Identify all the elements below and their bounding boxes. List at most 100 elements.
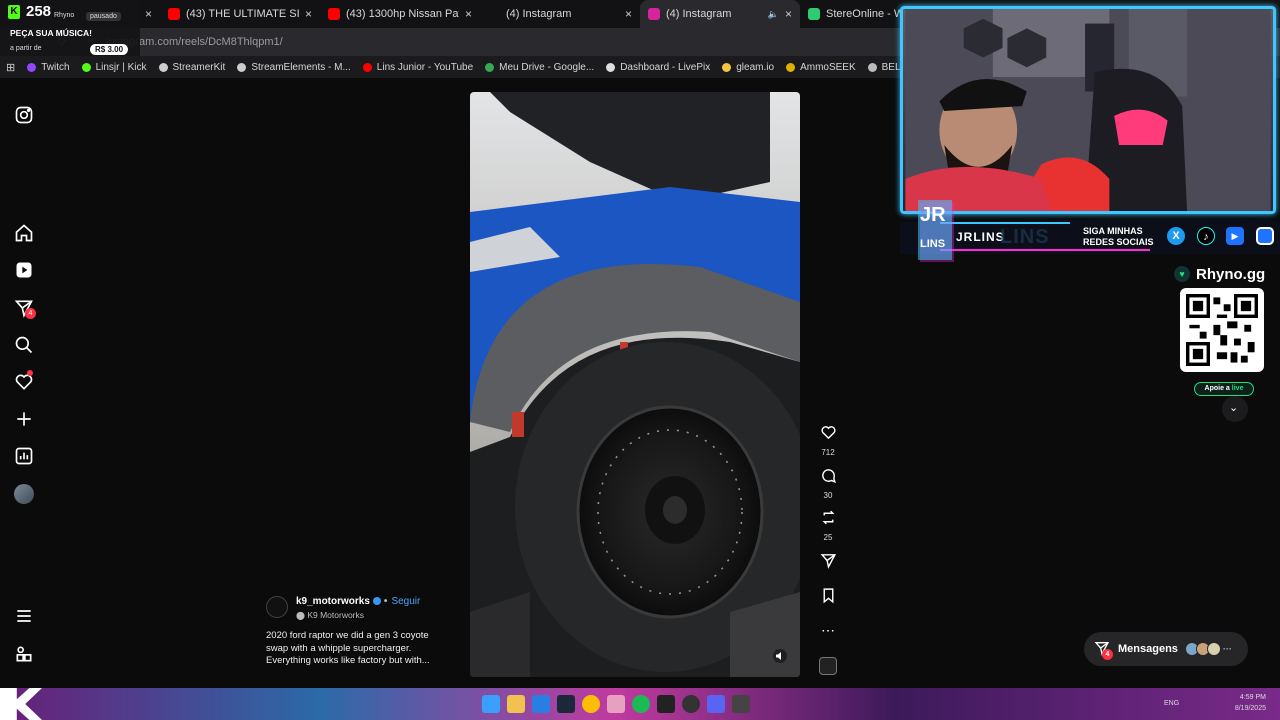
location-line: ⬤ K9 Motorworks <box>296 610 364 620</box>
spotify-icon[interactable] <box>632 695 650 713</box>
bookmark-item[interactable]: Twitch <box>27 61 70 73</box>
bookmark-item[interactable]: Lins Junior - YouTube <box>362 61 474 73</box>
tab-close-icon[interactable]: × <box>625 7 632 21</box>
social-bar: JRLINS LINS SIGA MINHAS REDES SOCIAIS X … <box>900 218 1280 258</box>
bookmark-label: Lins Junior - YouTube <box>376 61 474 73</box>
author-line: k9_motorworks • Seguir <box>296 596 421 607</box>
windows-start-icon[interactable] <box>482 695 500 713</box>
language-indicator[interactable]: ENG <box>1164 700 1179 707</box>
verified-badge-icon <box>372 597 381 606</box>
author-username[interactable]: k9_motorworks <box>296 596 370 607</box>
search-icon[interactable] <box>14 335 34 355</box>
bookmark-label: gleam.io <box>736 61 775 73</box>
browser-tab[interactable]: (4) Instagram × <box>480 0 640 28</box>
rhyno-cta-pill: Apoie a live <box>1194 382 1254 396</box>
bookmark-item[interactable]: gleam.io <box>722 62 774 73</box>
menu-icon[interactable] <box>14 606 34 626</box>
reels-icon[interactable] <box>14 260 34 280</box>
notifications-icon[interactable] <box>14 370 34 392</box>
next-reel-button[interactable]: ⌄ <box>1222 396 1248 422</box>
terminal-icon[interactable] <box>657 695 675 713</box>
browser-tab[interactable]: (4) Instagram 🔈 × <box>640 0 800 28</box>
original-audio-thumbnail[interactable] <box>819 657 837 675</box>
tab-title: (43) 1300hp Nissan Patrol of @ <box>346 8 459 20</box>
tab-close-icon[interactable]: × <box>465 7 472 21</box>
clock-time: 4:59 PM <box>1239 694 1266 701</box>
send-icon <box>820 554 836 569</box>
bookmark-label: Linsjr | Kick <box>95 61 147 73</box>
kick-overlay-logo-icon <box>0 688 42 720</box>
author-avatar[interactable] <box>266 596 288 618</box>
messages-pill-icon: 4 <box>1094 640 1113 660</box>
bookmark-item[interactable]: Meu Drive - Google... <box>485 62 594 73</box>
home-icon[interactable] <box>14 223 34 243</box>
tab-close-icon[interactable]: × <box>305 7 312 21</box>
windows-taskbar: ENG 4:59 PM 8/19/2025 <box>0 688 1280 720</box>
browser-tab[interactable]: (43) 1300hp Nissan Patrol of @ × <box>320 0 480 28</box>
share-button[interactable] <box>814 552 842 574</box>
more-avatars-icon: ··· <box>1222 644 1232 654</box>
bookmark-label: Twitch <box>41 61 70 73</box>
reel-frame-image <box>470 92 800 677</box>
bookmark-label: Dashboard - LivePix <box>620 61 711 73</box>
bookmark-favicon-icon <box>722 62 732 72</box>
bookmark-favicon-icon <box>606 62 616 72</box>
comment-icon <box>821 469 836 484</box>
bookmark-item[interactable]: StreamElements - M... <box>237 62 351 73</box>
bookmark-item[interactable]: StreamerKit <box>158 62 225 73</box>
chrome-icon[interactable] <box>582 695 600 713</box>
tab-close-icon[interactable]: × <box>145 7 152 21</box>
playback-status: pausado <box>86 12 121 21</box>
viewer-count: 258 <box>26 3 52 20</box>
edge-icon[interactable] <box>532 695 550 713</box>
messages-pill-badge: 4 <box>1102 648 1113 660</box>
save-button[interactable] <box>814 587 842 609</box>
file-explorer-icon[interactable] <box>507 695 525 713</box>
instagram-icon[interactable] <box>14 105 34 125</box>
dashboard-icon[interactable] <box>14 446 34 466</box>
comment-button[interactable]: 30 <box>814 467 842 500</box>
bookmark-item[interactable]: Dashboard - LivePix <box>606 62 710 73</box>
instagram-social-icon <box>1256 227 1274 245</box>
more-options-icon[interactable]: ⋯ <box>814 622 842 639</box>
apps-grid-icon[interactable]: ⊞ <box>6 61 15 74</box>
youtube-icon: ▶ <box>1226 227 1244 245</box>
browser-tab[interactable]: (43) THE ULTIMATE SIDEQUEST × <box>160 0 320 28</box>
create-icon[interactable] <box>14 409 34 429</box>
from-label: a partir de <box>10 45 42 52</box>
tab-title: (4) Instagram <box>506 8 572 20</box>
discord-icon[interactable] <box>707 695 725 713</box>
steam-icon[interactable] <box>557 695 575 713</box>
rhyno-donation-panel: ♥ Rhyno.gg Apoie a live <box>1174 264 1276 404</box>
location-label[interactable]: K9 Motorworks <box>307 610 364 620</box>
bookmark-favicon-icon <box>485 62 495 72</box>
messages-icon[interactable]: 4 <box>14 298 36 319</box>
clock-date: 8/19/2025 <box>1234 705 1266 712</box>
tab-favicon-icon <box>168 8 180 20</box>
repost-button[interactable]: 25 <box>814 509 842 542</box>
app-icon[interactable] <box>732 695 750 713</box>
profile-avatar[interactable] <box>14 484 34 504</box>
reel-video[interactable] <box>470 92 800 677</box>
bookmark-item[interactable]: AmmoSEEK <box>786 62 856 73</box>
rhyno-cta: Apoie a <box>1204 385 1230 392</box>
tab-close-icon[interactable]: × <box>785 7 792 21</box>
taskbar-clock[interactable]: 4:59 PM 8/19/2025 <box>1235 692 1266 714</box>
more-apps-icon[interactable] <box>14 644 34 664</box>
tab-favicon-icon <box>808 8 820 20</box>
app-icon[interactable] <box>607 695 625 713</box>
obs-icon[interactable] <box>682 695 700 713</box>
bookmark-favicon-icon <box>237 62 247 72</box>
chevron-down-icon: ⌄ <box>1229 402 1239 414</box>
bookmark-favicon-icon <box>786 62 796 72</box>
tab-audio-icon[interactable]: 🔈 <box>768 9 779 20</box>
mute-icon[interactable] <box>772 648 788 664</box>
messages-pill[interactable]: 4 Mensagens ··· <box>1084 632 1248 666</box>
reel-caption[interactable]: 2020 ford raptor we did a gen 3 coyote s… <box>266 630 441 668</box>
stream-handle: JRLINS <box>956 230 1005 244</box>
follow-button[interactable]: Seguir <box>391 596 420 607</box>
bookmark-favicon-icon <box>81 62 91 72</box>
like-button[interactable]: 712 <box>814 424 842 457</box>
tiktok-icon: ♪ <box>1197 227 1215 245</box>
bookmark-item[interactable]: Linsjr | Kick <box>81 61 147 73</box>
